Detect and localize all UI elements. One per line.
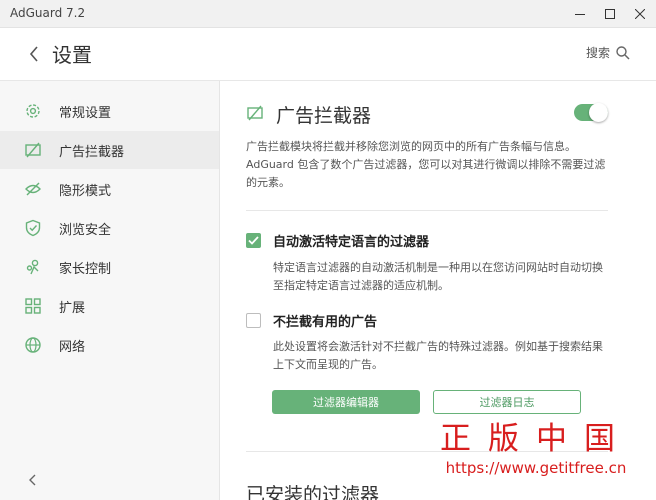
search-button[interactable]: 搜索 [586,44,630,61]
ad-blocker-toggle[interactable] [574,103,608,122]
chevron-left-icon [29,474,36,486]
minimize-button[interactable] [565,0,595,27]
sidebar-item-label: 家长控制 [59,261,112,277]
sidebar: 常规设置 广告拦截器 隐形模式 浏览安全 家长控制 扩展 网络 [0,81,220,500]
sidebar-item-label: 常规设置 [59,105,112,121]
description-line: 上下文而呈现的广告。 [273,358,383,371]
option-language-filters[interactable]: 自动激活特定语言的过滤器 [246,231,429,250]
checkbox-unchecked[interactable] [246,313,261,328]
search-icon [616,45,630,60]
maximize-button[interactable] [595,0,625,27]
sidebar-item-label: 扩展 [59,300,86,316]
search-label: 搜索 [585,46,610,60]
ad-blocker-icon [246,104,264,126]
ad-blocker-icon [23,140,43,160]
filter-log-button[interactable]: 过滤器日志 [433,390,581,414]
option-useful-ads[interactable]: 不拦截有用的广告 [246,311,377,330]
checkbox-checked[interactable] [246,233,261,248]
sidebar-item-label: 浏览安全 [59,222,112,238]
chevron-left-icon [29,46,38,62]
sidebar-item-network[interactable]: 网络 [0,326,219,364]
section-description: 广告拦截模块将拦截并移除您浏览的网页中的所有广告条幅与信息。 AdGuard 包… [246,138,618,192]
section-header: 广告拦截器 [246,101,371,128]
watermark: 正版中国 https://www.getitfree.cn [440,422,632,478]
sidebar-item-browsing-security[interactable]: 浏览安全 [0,209,219,247]
option-label: 不拦截有用的广告 [273,315,378,330]
description-line: AdGuard 包含了数个广告过滤器，您可以对其进行微调以排除不需要过滤 [246,158,606,171]
close-button[interactable] [625,0,655,27]
description-line: 广告拦截模块将拦截并移除您浏览的网页中的所有广告条幅与信息。 [246,140,576,153]
sidebar-item-ad-blocker[interactable]: 广告拦截器 [0,131,219,169]
sidebar-item-extensions[interactable]: 扩展 [0,287,219,325]
close-icon [635,8,645,19]
gear-icon [23,101,43,121]
toggle-knob [589,103,608,122]
window-title: AdGuard 7.2 [10,6,86,20]
installed-filters-title: 已安装的过滤器 [246,484,380,500]
globe-icon [23,335,43,355]
check-icon [248,236,259,245]
section-title: 广告拦截器 [276,105,372,127]
filter-editor-button[interactable]: 过滤器编辑器 [272,390,420,414]
description-line: 至指定特定语言过滤器的适应机制。 [273,279,449,292]
page-header: 设置 搜索 [0,28,656,81]
description-line: 特定语言过滤器的自动激活机制是一种用以在您访问网站时自动切换 [273,261,603,274]
option-label: 自动激活特定语言的过滤器 [273,235,430,250]
sidebar-item-label: 隐形模式 [59,183,112,199]
watermark-text: 正版中国 [440,421,632,457]
description-line: 此处设置将会激活针对不拦截广告的特殊过滤器。例如基于搜索结果 [273,340,603,353]
sidebar-item-general[interactable]: 常规设置 [0,92,219,130]
sidebar-item-label: 广告拦截器 [59,144,125,160]
description-line: 的元素。 [246,176,290,189]
shield-icon [23,218,43,238]
back-button[interactable] [24,42,44,66]
title-bar: AdGuard 7.2 [0,0,656,28]
divider [246,210,608,211]
sidebar-item-stealth[interactable]: 隐形模式 [0,170,219,208]
collapse-sidebar-button[interactable] [22,470,42,490]
parental-control-icon [23,257,43,277]
sidebar-item-label: 网络 [59,339,86,355]
option-description: 此处设置将会激活针对不拦截广告的特殊过滤器。例如基于搜索结果 上下文而呈现的广告… [273,338,623,374]
page-title: 设置 [52,43,92,67]
eye-slash-icon [23,179,43,199]
watermark-url: https://www.getitfree.cn [445,459,627,477]
sidebar-item-parental-control[interactable]: 家长控制 [0,248,219,286]
maximize-icon [605,8,615,19]
option-description: 特定语言过滤器的自动激活机制是一种用以在您访问网站时自动切换 至指定特定语言过滤… [273,259,623,295]
extensions-icon [23,296,43,316]
minimize-icon [575,13,585,15]
